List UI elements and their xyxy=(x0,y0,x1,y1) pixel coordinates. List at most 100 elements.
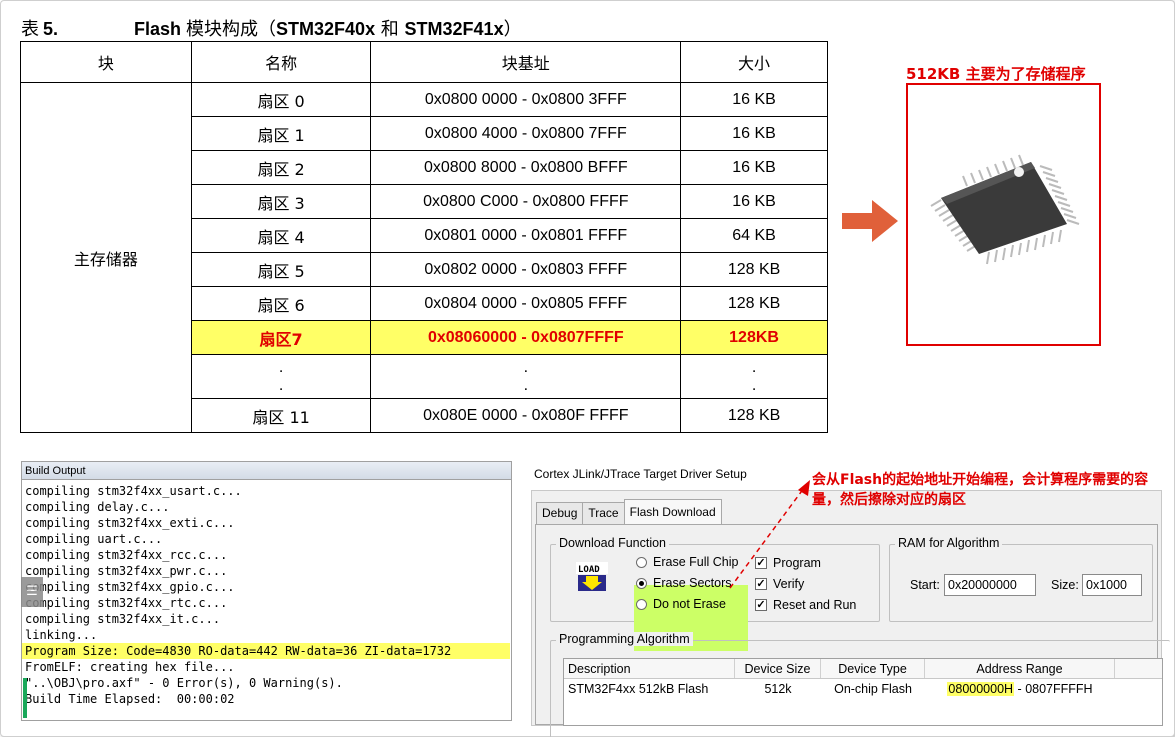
download-function-label: Download Function xyxy=(556,536,670,550)
caption-flash: Flash xyxy=(134,19,182,39)
lqfp-chip-icon xyxy=(930,154,1080,265)
load-icon-text: LOAD xyxy=(578,565,600,575)
dot: . xyxy=(278,376,284,394)
sector-name: 扇区 5 xyxy=(190,252,372,287)
status-bar-indicator xyxy=(23,678,27,718)
sector-range: 0x08060000 - 0x0807FFFF xyxy=(370,320,682,355)
sector-size: 64 KB xyxy=(680,218,828,253)
tab-trace[interactable]: Trace xyxy=(582,502,625,524)
chip-label: 512KB 主要为了存储程序 xyxy=(906,65,1086,83)
build-output-log: compiling stm32f4xx_usart.c... compiling… xyxy=(22,483,511,707)
size-field[interactable]: 0x1000 xyxy=(1082,574,1142,596)
sector-name: 扇区 3 xyxy=(190,184,372,219)
algorithm-table-header: Description Device Size Device Type Addr… xyxy=(564,659,1162,679)
sector-size: 16 KB xyxy=(680,150,828,185)
log-line: compiling stm32f4xx_rcc.c... xyxy=(25,548,228,562)
driver-setup-title: Cortex JLink/JTrace Target Driver Setup xyxy=(534,467,747,481)
do-not-erase-radio[interactable]: Do not Erase xyxy=(636,597,726,611)
sector-range: 0x0801 0000 - 0x0801 FFFF xyxy=(370,218,682,253)
load-icon: LOAD xyxy=(576,562,608,591)
sector-name: 扇区 0 xyxy=(190,82,372,117)
sector-name: 扇区7 xyxy=(190,320,372,355)
sector-name: 扇区 11 xyxy=(190,398,372,433)
algorithm-row[interactable]: STM32F4xx 512kB Flash 512k On-chip Flash… xyxy=(564,679,1162,701)
caption-and: 和 xyxy=(375,19,405,40)
radio-icon xyxy=(636,556,647,568)
log-line: compiling stm32f4xx_usart.c... xyxy=(25,484,242,498)
log-line: "..\OBJ\pro.axf" - 0 Error(s), 0 Warning… xyxy=(25,676,343,690)
annotation-arrow-icon xyxy=(729,480,810,589)
log-line: compiling stm32f4xx_it.c... xyxy=(25,612,221,626)
log-line: compiling stm32f4xx_rtc.c... xyxy=(25,596,228,610)
header-size: 大小 xyxy=(680,41,828,83)
algorithm-table: Description Device Size Device Type Addr… xyxy=(563,658,1163,726)
log-line: compiling delay.c... xyxy=(25,500,170,514)
radio-icon xyxy=(636,598,647,610)
sector-name: 扇区 2 xyxy=(190,150,372,185)
programming-algorithm-label: Programming Algorithm xyxy=(556,632,693,646)
size-label: Size: xyxy=(1051,578,1079,592)
log-line: linking... xyxy=(25,628,98,642)
table-caption: 表 5. Flash 模块构成（STM32F40x 和 STM32F41x） xyxy=(21,15,522,41)
caption-title: Flash 模块构成（STM32F40x 和 STM32F41x） xyxy=(134,15,522,41)
start-field[interactable]: 0x20000000 xyxy=(944,574,1036,596)
erase-full-chip-radio[interactable]: Erase Full Chip xyxy=(636,555,738,569)
start-label: Start: xyxy=(910,578,940,592)
sector-name: 扇区 4 xyxy=(190,218,372,253)
ellipsis-cell: .. xyxy=(370,354,682,399)
main-memory-cell: 主存储器 xyxy=(20,82,192,433)
address-separator: - xyxy=(1014,682,1026,696)
sector-range: 0x0800 0000 - 0x0800 3FFF xyxy=(370,82,682,117)
tab-flash-download[interactable]: Flash Download xyxy=(623,499,722,524)
reset-and-run-checkbox[interactable]: ✓ Reset and Run xyxy=(755,598,856,612)
ram-for-algorithm-label: RAM for Algorithm xyxy=(895,536,1003,550)
sector-range: 0x0800 C000 - 0x0800 FFFF xyxy=(370,184,682,219)
checkmark-icon: ✓ xyxy=(755,599,767,611)
sector-name: 扇区 1 xyxy=(190,116,372,151)
sector-range: 0x0804 0000 - 0x0805 FFFF xyxy=(370,286,682,321)
col-device-type[interactable]: Device Type xyxy=(821,659,925,678)
algo-device-type: On-chip Flash xyxy=(834,682,912,696)
tab-debug[interactable]: Debug xyxy=(536,502,584,524)
caption-model-b: STM32F41x xyxy=(404,19,504,39)
do-not-erase-label: Do not Erase xyxy=(653,597,726,611)
side-toolbar-icon[interactable]: ☰ xyxy=(21,577,43,607)
sector-size: 16 KB xyxy=(680,116,828,151)
log-line: FromELF: creating hex file... xyxy=(25,660,235,674)
sector-size: 16 KB xyxy=(680,82,828,117)
build-output-panel[interactable]: Build Output compiling stm32f4xx_usart.c… xyxy=(21,461,512,721)
col-device-size[interactable]: Device Size xyxy=(735,659,821,678)
annotation-text: 会从Flash的起始地址开始编程，会计算程序需要的容量，然后擦除对应的扇区 xyxy=(812,472,1149,508)
log-line: compiling stm32f4xx_pwr.c... xyxy=(25,564,228,578)
col-description[interactable]: Description xyxy=(564,659,735,678)
driver-setup-dialog: Debug Trace Flash Download Download Func… xyxy=(531,490,1170,737)
sector-range: 0x0802 0000 - 0x0803 FFFF xyxy=(370,252,682,287)
sector-range: 0x0800 8000 - 0x0800 BFFF xyxy=(370,150,682,185)
erase-sectors-radio[interactable]: Erase Sectors xyxy=(636,576,732,590)
sector-size: 128 KB xyxy=(680,286,828,321)
caption-model-a: STM32F40x xyxy=(276,19,376,39)
address-start: 08000000H xyxy=(947,682,1015,696)
dot: . xyxy=(278,358,284,376)
radio-selected-icon xyxy=(636,577,647,589)
log-line: Build Time Elapsed: 00:00:02 xyxy=(25,692,235,706)
algo-description: STM32F4xx 512kB Flash xyxy=(568,682,709,696)
reset-and-run-label: Reset and Run xyxy=(773,598,857,612)
log-line: compiling stm32f4xx_exti.c... xyxy=(25,516,235,530)
sector-size: 128 KB xyxy=(680,252,828,287)
sector-range: 0x080E 0000 - 0x080F FFFF xyxy=(370,398,682,433)
table-header-row: 块 名称 块基址 大小 xyxy=(20,41,828,83)
caption-zh: 模块构成（ xyxy=(186,19,277,40)
dot: . xyxy=(751,358,757,376)
sector-name: 扇区 6 xyxy=(190,286,372,321)
program-size-line: Program Size: Code=4830 RO-data=442 RW-d… xyxy=(22,643,510,659)
table-cut-edge xyxy=(18,436,832,444)
header-base-address: 块基址 xyxy=(370,41,682,83)
sector-size: 128KB xyxy=(680,320,828,355)
table-row: 主存储器 扇区 0 0x0800 0000 - 0x0800 3FFF 16 K… xyxy=(20,82,828,433)
col-address-range[interactable]: Address Range xyxy=(925,659,1115,678)
tab-bar: Debug Trace Flash Download xyxy=(536,499,722,524)
algo-device-size: 512k xyxy=(764,682,792,696)
header-block: 块 xyxy=(20,41,192,83)
caption-number: 5. xyxy=(43,19,59,39)
